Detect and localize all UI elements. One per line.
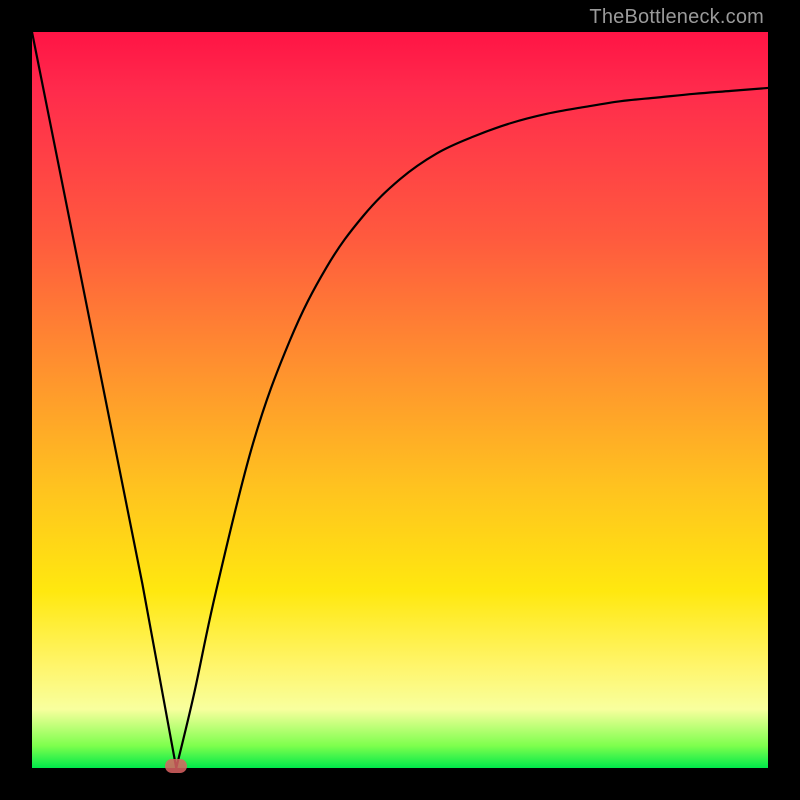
bottleneck-curve bbox=[32, 32, 768, 768]
watermark-text: TheBottleneck.com bbox=[589, 6, 764, 29]
minimum-marker bbox=[165, 759, 187, 773]
plot-area bbox=[32, 32, 768, 768]
chart-frame: TheBottleneck.com bbox=[0, 0, 800, 800]
